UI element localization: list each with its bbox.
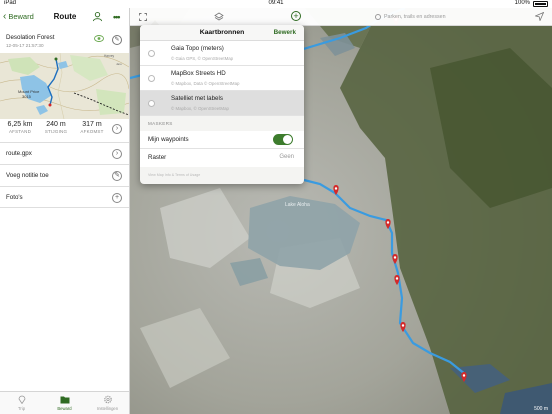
add-note-row[interactable]: Voeg notitie toe ✎ xyxy=(0,164,129,186)
battery-icon xyxy=(533,1,548,7)
radio-icon[interactable] xyxy=(148,75,155,82)
masks-section-label: MASKERS xyxy=(148,121,173,126)
route-mini-map[interactable]: Harvey Jaro Mount Price 3015 xyxy=(0,53,129,119)
back-button[interactable]: ‹ Beward xyxy=(3,10,34,22)
track-date: 12-05-17 21:57:30 xyxy=(6,43,44,48)
tab-trip[interactable]: Trip xyxy=(0,395,43,411)
more-options-button[interactable]: ••• xyxy=(113,12,121,22)
route-stats: 6,25 km AFSTAND 240 m STIJGING 317 m AFK… xyxy=(0,121,129,141)
stat-value: 6,25 km xyxy=(7,121,33,128)
map-source-row[interactable]: MapBox Streets HD © Mapbox, Data © OpenS… xyxy=(140,66,304,91)
raster-label: Raster xyxy=(148,154,167,161)
edit-button[interactable]: Bewerk xyxy=(274,29,296,36)
track-name: Desolation Forest xyxy=(6,34,55,41)
raster-value: Geen xyxy=(279,154,294,160)
page-title: Route xyxy=(53,12,77,21)
gear-icon xyxy=(103,395,112,404)
tab-saved[interactable]: Beward xyxy=(43,395,86,411)
status-time: 09:41 xyxy=(268,0,284,6)
add-note-label: Voeg notitie toe xyxy=(6,172,49,179)
edit-pencil-icon: ✎ xyxy=(112,171,122,181)
add-waypoint-icon[interactable]: + xyxy=(291,11,301,21)
status-bar: iPad 09:41 100% xyxy=(0,0,552,8)
source-attribution: © Mapbox, Data © OpenStreetMap xyxy=(171,81,240,86)
map-pin-icon xyxy=(18,395,25,404)
route-sidebar: ‹ Beward Route ••• Desolation Forest 12-… xyxy=(0,8,130,414)
stats-detail-chevron-icon[interactable]: › xyxy=(112,124,122,134)
mini-map-peak-elevation: 3015 xyxy=(22,94,31,99)
stat-ascent: 240 m STIJGING xyxy=(38,121,74,134)
popover-header: Kaartbronnen Bewerk xyxy=(140,25,304,41)
tab-label: Instellingen xyxy=(96,406,119,411)
stat-value: 240 m xyxy=(46,121,66,128)
edit-pencil-icon[interactable]: ✎ xyxy=(112,35,122,45)
file-name: route.gpx xyxy=(6,150,32,157)
source-attribution: © Mapbox, © OpenStreetMap xyxy=(171,106,229,111)
app-screen: iPad 09:41 100% ‹ Beward Route ••• Desol… xyxy=(0,0,552,414)
tab-label: Trip xyxy=(17,406,26,411)
map-source-row[interactable]: Gaia Topo (meters) © Gaia GPS, © OpenStr… xyxy=(140,41,304,66)
sidebar-navbar: ‹ Beward Route ••• xyxy=(0,8,130,28)
stat-label: STIJGING xyxy=(44,129,68,134)
svg-text:Harvey: Harvey xyxy=(104,54,115,58)
location-arrow-icon[interactable] xyxy=(535,12,544,21)
file-row[interactable]: route.gpx › xyxy=(0,142,129,164)
eye-icon[interactable] xyxy=(94,35,104,42)
search-icon xyxy=(375,14,381,20)
track-header: Desolation Forest 12-05-17 21:57:30 xyxy=(6,34,126,48)
svg-text:Jaro: Jaro xyxy=(116,62,122,66)
terms-link[interactable]: View Map Info & Terms of Usage xyxy=(148,173,200,177)
photos-row[interactable]: Foto's + xyxy=(0,186,129,208)
waypoints-row: Mijn waypoints xyxy=(140,131,304,149)
map-sources-popover: Kaartbronnen Bewerk Gaia Topo (meters) ©… xyxy=(140,25,304,184)
radio-icon[interactable] xyxy=(148,50,155,57)
chevron-left-icon: ‹ xyxy=(3,10,7,22)
stat-value: 317 m xyxy=(82,121,102,128)
expand-icon[interactable] xyxy=(139,13,147,21)
tab-settings[interactable]: Instellingen xyxy=(86,395,129,411)
tab-bar: Trip Beward Instellingen xyxy=(0,391,129,414)
source-attribution: © Gaia GPS, © OpenStreetMap xyxy=(171,56,234,61)
waypoints-label: Mijn waypoints xyxy=(148,136,189,143)
source-name: Satelliet met labels xyxy=(171,95,223,102)
battery-percent: 100% xyxy=(514,0,530,6)
stat-descent: 317 m AFKOMST xyxy=(74,121,110,134)
radio-icon[interactable] xyxy=(148,100,155,107)
source-name: Gaia Topo (meters) xyxy=(171,45,224,52)
stat-label: AFSTAND xyxy=(8,129,32,134)
share-person-icon[interactable] xyxy=(92,11,103,22)
back-label: Beward xyxy=(8,12,34,21)
chevron-right-icon: › xyxy=(112,149,122,159)
photos-label: Foto's xyxy=(6,194,23,201)
source-name: MapBox Streets HD xyxy=(171,70,226,77)
folder-icon xyxy=(60,396,69,404)
search-input[interactable]: Parken, trails en adressen xyxy=(375,12,505,22)
stat-distance: 6,25 km AFSTAND xyxy=(2,121,38,134)
add-icon: + xyxy=(112,193,122,203)
search-placeholder: Parken, trails en adressen xyxy=(384,14,446,20)
waypoints-toggle[interactable] xyxy=(273,134,293,145)
map-toolbar: + Parken, trails en adressen xyxy=(130,8,552,26)
stat-label: AFKOMST xyxy=(80,129,104,134)
raster-row[interactable]: Raster Geen xyxy=(140,149,304,167)
lake-label: Lake Aloha xyxy=(285,202,310,208)
layers-icon[interactable] xyxy=(214,12,224,22)
tab-label: Beward xyxy=(57,406,72,411)
map-source-row-selected[interactable]: Satelliet met labels © Mapbox, © OpenStr… xyxy=(140,91,304,116)
map-scale: 500 m xyxy=(534,406,548,412)
